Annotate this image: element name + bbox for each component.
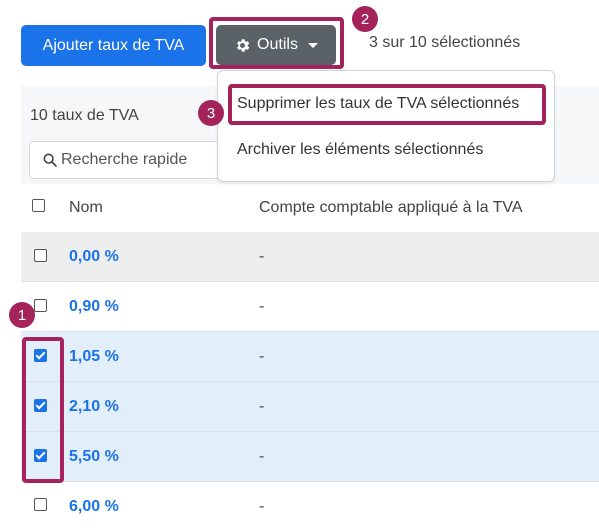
add-vat-rate-button[interactable]: Ajouter taux de TVA [21, 25, 206, 66]
step-badge-2: 2 [352, 6, 378, 32]
vat-rate-link[interactable]: 1,05 % [69, 348, 119, 366]
highlight-delete-menu-item [228, 84, 546, 125]
account-value: - [259, 448, 265, 465]
vat-rate-link[interactable]: 0,00 % [69, 248, 119, 266]
account-value: - [259, 348, 265, 365]
account-value: - [259, 248, 265, 265]
search-placeholder: Recherche rapide [61, 151, 188, 168]
highlight-tools-button [209, 17, 344, 69]
row-checkbox[interactable] [34, 498, 47, 511]
vat-rate-link[interactable]: 6,00 % [69, 498, 119, 516]
menu-item-archive-selected[interactable]: Archiver les éléments sélectionnés [237, 141, 483, 159]
account-value: - [259, 298, 265, 315]
column-header-name[interactable]: Nom [69, 199, 103, 217]
step-badge-1: 1 [9, 302, 35, 328]
account-value: - [259, 398, 265, 415]
search-icon [42, 152, 58, 168]
account-value: - [259, 498, 265, 515]
highlight-selected-checkboxes [22, 337, 64, 483]
quick-search-input[interactable]: Recherche rapide [29, 141, 229, 179]
row-checkbox[interactable] [34, 249, 47, 262]
vat-rate-link[interactable]: 0,90 % [69, 298, 119, 316]
vat-rate-link[interactable]: 5,50 % [69, 448, 119, 466]
select-all-checkbox[interactable] [32, 199, 45, 212]
step-badge-3: 3 [198, 100, 224, 126]
selection-count: 3 sur 10 sélectionnés [369, 34, 521, 51]
vat-rate-link[interactable]: 2,10 % [69, 398, 119, 416]
vat-rate-count: 10 taux de TVA [30, 107, 139, 124]
row-checkbox[interactable] [34, 299, 47, 312]
column-header-account[interactable]: Compte comptable appliqué à la TVA [259, 199, 523, 217]
